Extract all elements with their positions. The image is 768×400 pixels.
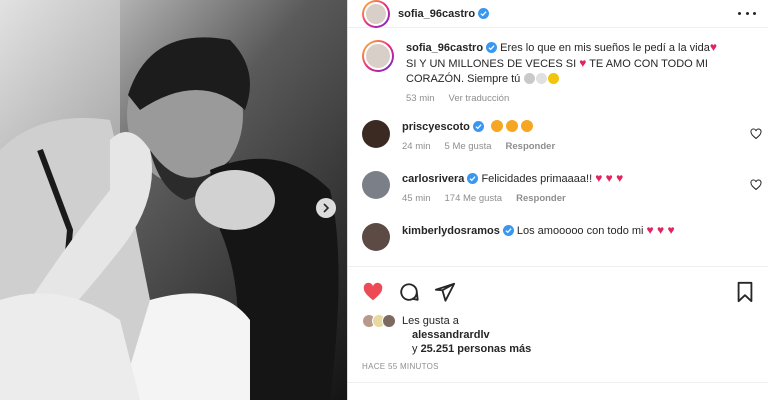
more-options-button[interactable] [738, 9, 756, 19]
likes-summary: Les gusta a alessandrardlv y 25.251 pers… [348, 314, 768, 356]
comment-time[interactable]: 24 min [402, 141, 431, 152]
red-heart-emoji: ♥ [709, 40, 717, 54]
comment-likes[interactable]: 174 Me gusta [445, 193, 503, 204]
caption-time[interactable]: 53 min [406, 93, 435, 104]
heart-icon[interactable] [750, 128, 762, 140]
caption-username[interactable]: sofia_96castro [406, 42, 483, 54]
caption-text: sofia_96castro Eres lo que en mis sueños… [406, 40, 717, 85]
translate-link[interactable]: Ver traducción [449, 93, 510, 104]
chevron-right-icon [323, 203, 330, 213]
post-details-panel: sofia_96castro sofia_96castro Eres lo qu… [347, 0, 768, 400]
like-button[interactable] [362, 281, 384, 303]
photo-image [0, 0, 347, 400]
lock-emoji [548, 73, 560, 84]
likers-avatars[interactable] [362, 314, 396, 328]
bride-emoji [536, 73, 548, 84]
share-button[interactable] [434, 281, 456, 303]
post-header: sofia_96castro [348, 0, 768, 28]
comments-list: sofia_96castro Eres lo que en mis sueños… [348, 40, 768, 266]
comment: carlosrivera Felicidades primaaaa!! ♥ ♥ … [348, 171, 768, 204]
others-count[interactable]: 25.251 personas más [421, 343, 532, 355]
verified-icon [478, 8, 490, 19]
reply-button[interactable]: Responder [506, 141, 556, 152]
caption-meta: 53 min Ver traducción [406, 93, 752, 104]
reply-button[interactable]: Responder [516, 193, 566, 204]
caption: sofia_96castro Eres lo que en mis sueños… [348, 40, 768, 104]
author-username[interactable]: sofia_96castro [398, 8, 475, 20]
verified-icon [472, 121, 484, 132]
carousel-next-button[interactable] [316, 198, 336, 218]
add-comment-bar [348, 382, 768, 400]
comment: kimberlydosramos Los amooooo con todo mi… [348, 223, 768, 251]
post-photo[interactable] [0, 0, 347, 400]
commenter-username[interactable]: kimberlydosramos [402, 225, 500, 237]
comment-text: Felicidades primaaaa!! [481, 173, 593, 185]
verified-icon [486, 42, 498, 53]
comment-likes[interactable]: 5 Me gusta [445, 141, 492, 152]
likes-prefix: Les gusta a [402, 315, 459, 327]
heart-eyes-emoji [520, 120, 533, 132]
red-heart-emoji: ♥ ♥ ♥ [595, 171, 624, 185]
heart-icon[interactable] [750, 179, 762, 191]
heart-eyes-emoji [490, 120, 503, 132]
verified-icon [467, 173, 479, 184]
verified-icon [502, 225, 514, 236]
comment-button[interactable] [398, 281, 420, 303]
commenter-username[interactable]: priscyescoto [402, 121, 470, 133]
commenter-username[interactable]: carlosrivera [402, 173, 464, 185]
red-heart-emoji: ♥ ♥ ♥ [646, 223, 675, 237]
post-timestamp[interactable]: HACE 55 MINUTOS [362, 362, 439, 371]
caption-avatar[interactable] [362, 40, 394, 72]
comment: priscyescoto 24 min 5 Me gusta Responder [348, 120, 768, 152]
action-bar [348, 266, 768, 316]
commenter-avatar[interactable] [362, 171, 390, 199]
commenter-avatar[interactable] [362, 223, 390, 251]
commenter-avatar[interactable] [362, 120, 390, 148]
heart-eyes-emoji [505, 120, 518, 132]
comment-time[interactable]: 45 min [402, 193, 431, 204]
more-icon [738, 12, 741, 15]
comment-text: Los amooooo con todo mi [516, 225, 644, 237]
liker-username[interactable]: alessandrardlv [412, 329, 490, 341]
bookmark-button[interactable] [734, 281, 756, 303]
red-heart-emoji: ♥ [579, 56, 587, 70]
ring-emoji [524, 73, 536, 84]
author-avatar[interactable] [362, 0, 390, 28]
